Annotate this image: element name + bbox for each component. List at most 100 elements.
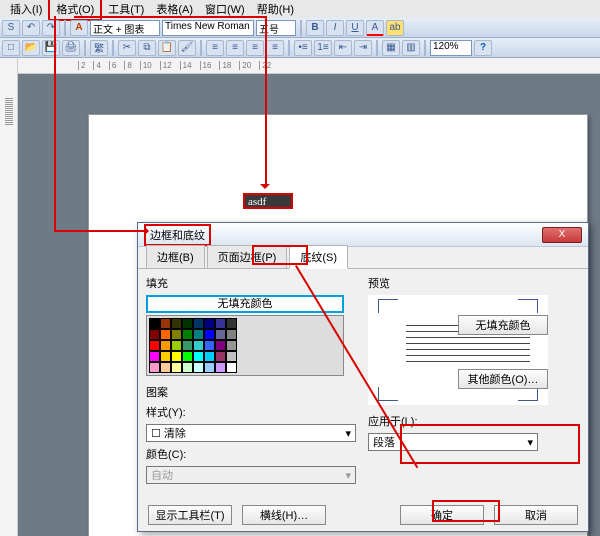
swatch[interactable] <box>171 340 182 351</box>
swatch[interactable] <box>160 362 171 373</box>
paragraph-style-select[interactable]: 正文 + 图表 <box>90 20 160 36</box>
swatch[interactable] <box>171 362 182 373</box>
swatch[interactable] <box>204 351 215 362</box>
align-left-icon[interactable]: ≡ <box>206 40 224 56</box>
paste-icon[interactable]: 📋 <box>158 40 176 56</box>
save-icon[interactable]: 💾 <box>42 40 60 56</box>
swatch[interactable] <box>193 340 204 351</box>
tab-page-border[interactable]: 页面边框(P) <box>207 245 288 268</box>
swatch[interactable] <box>204 318 215 329</box>
apply-to-select[interactable]: 段落▾ <box>368 433 538 451</box>
no-fill-button[interactable]: 无填充颜色 <box>458 315 548 335</box>
swatch[interactable] <box>226 362 237 373</box>
bold-button[interactable]: B <box>306 20 324 36</box>
swatch[interactable] <box>204 340 215 351</box>
swatch[interactable] <box>149 329 160 340</box>
outdent-icon[interactable]: ⇤ <box>334 40 352 56</box>
swatch[interactable] <box>182 340 193 351</box>
swatch[interactable] <box>171 318 182 329</box>
bullets-icon[interactable]: •≡ <box>294 40 312 56</box>
color-swatches <box>146 315 344 376</box>
insert-table-icon[interactable]: ▦ <box>382 40 400 56</box>
swatch[interactable] <box>226 340 237 351</box>
swatch[interactable] <box>182 329 193 340</box>
separator <box>112 40 114 56</box>
indent-icon[interactable]: ⇥ <box>354 40 372 56</box>
toolbar-formatting: S ↶ ↷ A 正文 + 图表 Times New Roman 五号 B I U… <box>0 18 600 38</box>
swatch[interactable] <box>193 329 204 340</box>
trad-simp-button[interactable]: 繁 <box>90 40 108 56</box>
font-size-select[interactable]: 五号 <box>256 20 296 36</box>
swatch[interactable] <box>182 351 193 362</box>
swatch[interactable] <box>226 318 237 329</box>
cut-icon[interactable]: ✂ <box>118 40 136 56</box>
separator <box>84 40 86 56</box>
font-color-icon[interactable]: A <box>366 20 384 36</box>
copy-icon[interactable]: ⧉ <box>138 40 156 56</box>
preview-label: 预览 <box>368 275 580 291</box>
save-icon[interactable]: S <box>2 20 20 36</box>
align-right-icon[interactable]: ≡ <box>246 40 264 56</box>
swatch[interactable] <box>215 351 226 362</box>
font-name-select[interactable]: Times New Roman <box>162 20 254 36</box>
undo-icon[interactable]: ↶ <box>22 20 40 36</box>
style-a-icon[interactable]: A <box>70 20 88 36</box>
tab-border[interactable]: 边框(B) <box>146 245 205 268</box>
swatch[interactable] <box>215 318 226 329</box>
show-toolbar-button[interactable]: 显示工具栏(T) <box>148 505 232 525</box>
selected-text[interactable]: asdf <box>243 193 293 209</box>
swatch[interactable] <box>193 362 204 373</box>
menu-insert[interactable]: 插入(I) <box>4 0 48 19</box>
swatch[interactable] <box>160 318 171 329</box>
swatch[interactable] <box>160 329 171 340</box>
underline-button[interactable]: U <box>346 20 364 36</box>
tab-shading[interactable]: 底纹(S) <box>289 245 348 269</box>
chevron-down-icon: ▾ <box>345 469 351 482</box>
swatch-row <box>149 318 341 329</box>
swatch[interactable] <box>204 362 215 373</box>
print-icon[interactable]: 🖨 <box>62 40 80 56</box>
swatch[interactable] <box>215 340 226 351</box>
swatch[interactable] <box>171 351 182 362</box>
separator <box>376 40 378 56</box>
swatch[interactable] <box>160 340 171 351</box>
italic-button[interactable]: I <box>326 20 344 36</box>
justify-icon[interactable]: ≡ <box>266 40 284 56</box>
swatch[interactable] <box>182 362 193 373</box>
color-label: 颜色(C): <box>146 446 356 462</box>
swatch[interactable] <box>226 351 237 362</box>
style-select[interactable]: ☐ 清除▾ <box>146 424 356 442</box>
swatch[interactable] <box>193 351 204 362</box>
dialog-title: 边框和底纹 <box>144 224 211 246</box>
highlight-icon[interactable]: ab <box>386 20 404 36</box>
ok-button[interactable]: 确定 <box>400 505 484 525</box>
swatch[interactable] <box>149 318 160 329</box>
zoom-select[interactable]: 120% <box>430 40 472 56</box>
swatch[interactable] <box>160 351 171 362</box>
format-painter-icon[interactable]: 🖌 <box>178 40 196 56</box>
other-colors-button[interactable]: 其他颜色(O)… <box>458 369 548 389</box>
swatch[interactable] <box>149 351 160 362</box>
cancel-button[interactable]: 取消 <box>494 505 578 525</box>
dialog-titlebar[interactable]: 边框和底纹 X <box>138 223 588 247</box>
columns-icon[interactable]: ▥ <box>402 40 420 56</box>
align-center-icon[interactable]: ≡ <box>226 40 244 56</box>
annotation-arrow <box>54 16 56 232</box>
pattern-label: 图案 <box>146 384 356 400</box>
swatch[interactable] <box>193 318 204 329</box>
swatch[interactable] <box>149 362 160 373</box>
swatch[interactable] <box>171 329 182 340</box>
help-icon[interactable]: ? <box>474 40 492 56</box>
open-icon[interactable]: 📂 <box>22 40 40 56</box>
swatch[interactable] <box>149 340 160 351</box>
numbering-icon[interactable]: 1≡ <box>314 40 332 56</box>
swatch[interactable] <box>204 329 215 340</box>
swatch[interactable] <box>215 362 226 373</box>
close-button[interactable]: X <box>542 227 582 243</box>
hline-button[interactable]: 横线(H)… <box>242 505 326 525</box>
swatch[interactable] <box>182 318 193 329</box>
swatch[interactable] <box>215 329 226 340</box>
new-icon[interactable]: □ <box>2 40 20 56</box>
swatch[interactable] <box>226 329 237 340</box>
redo-icon[interactable]: ↷ <box>42 20 60 36</box>
